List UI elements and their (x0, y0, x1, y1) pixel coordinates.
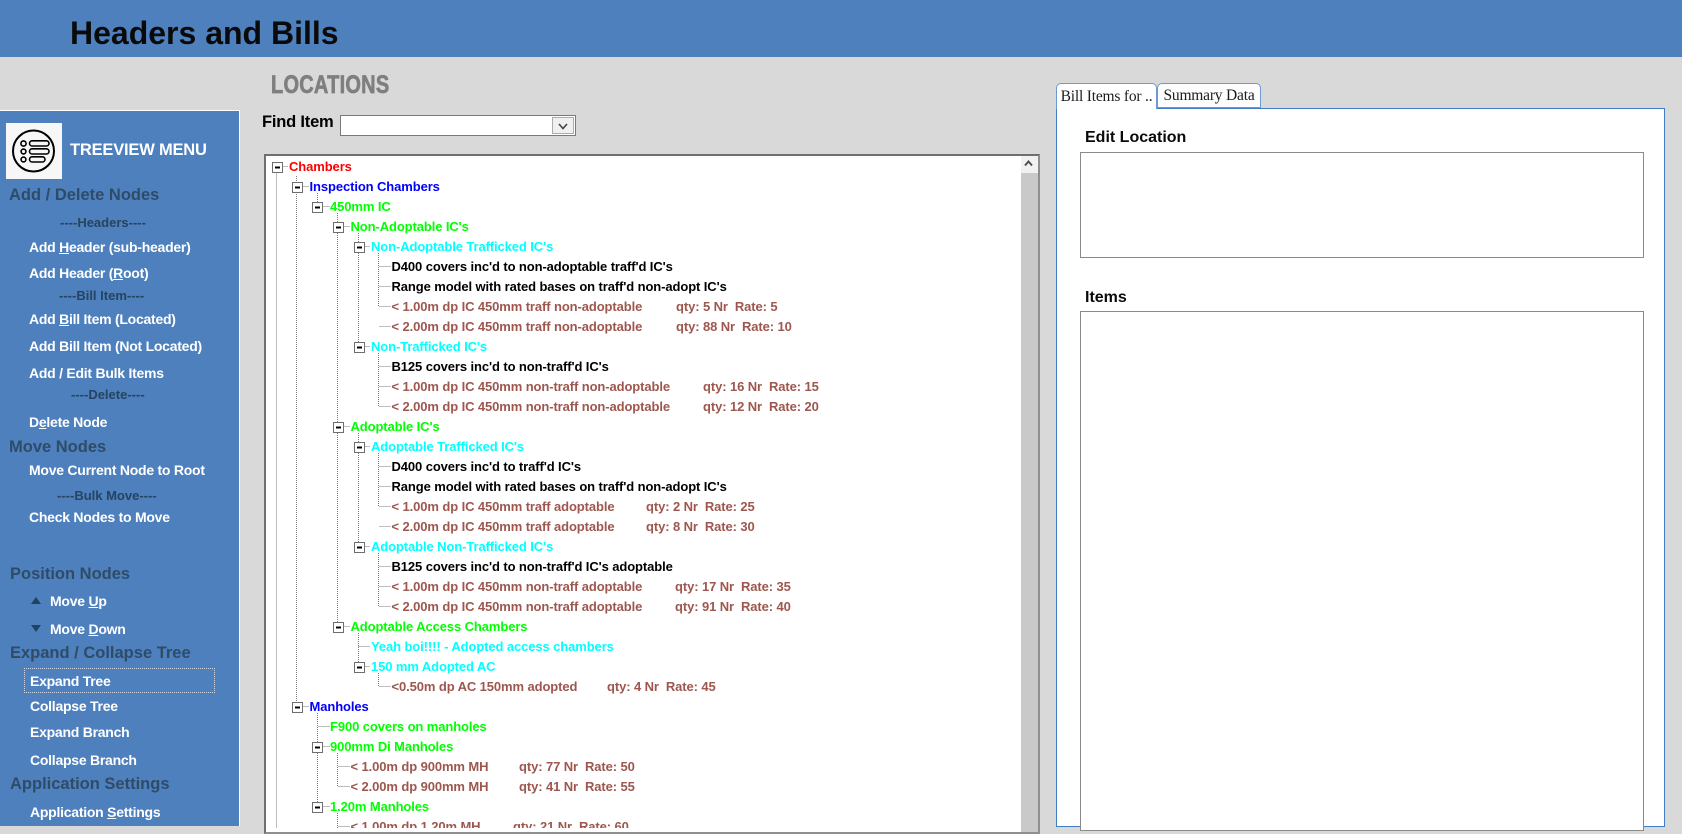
svg-text:qty: 21 Nr Rate: 60: qty: 21 Nr Rate: 60 (513, 819, 629, 828)
svg-text:B125 covers inc'd to non-traff: B125 covers inc'd to non-traff'd IC's (392, 359, 609, 374)
svg-text:qty: 2 Nr Rate: 25: qty: 2 Nr Rate: 25 (646, 499, 755, 514)
svg-text:900mm Di Manholes: 900mm Di Manholes (330, 739, 453, 754)
svg-text:Adoptable IC's: Adoptable IC's (351, 419, 440, 434)
svg-text:qty: 4 Nr Rate: 45: qty: 4 Nr Rate: 45 (607, 679, 716, 694)
svg-text:D400 covers inc'd to traff'd I: D400 covers inc'd to traff'd IC's (392, 459, 581, 474)
svg-text:< 1.00m dp IC 450mm traff adop: < 1.00m dp IC 450mm traff adoptable (392, 499, 615, 514)
svg-text:qty: 16 Nr Rate: 15: qty: 16 Nr Rate: 15 (703, 379, 819, 394)
svg-text:qty: 5 Nr Rate: 5: qty: 5 Nr Rate: 5 (676, 299, 778, 314)
svg-text:Non-Trafficked IC's: Non-Trafficked IC's (371, 339, 487, 354)
svg-text:450mm IC: 450mm IC (330, 199, 391, 214)
svg-text:Non-Adoptable Trafficked IC's: Non-Adoptable Trafficked IC's (371, 239, 553, 254)
svg-text:< 1.00m dp 1.20m MH: < 1.00m dp 1.20m MH (351, 819, 481, 828)
svg-text:Range model with rated bases o: Range model with rated bases on traff'd … (392, 279, 727, 294)
svg-text:Manholes: Manholes (310, 699, 369, 714)
svg-text:< 1.00m dp 900mm MH: < 1.00m dp 900mm MH (351, 759, 489, 774)
svg-text:< 1.00m dp IC 450mm traff non-: < 1.00m dp IC 450mm traff non-adoptable (392, 299, 643, 314)
svg-text:D400 covers inc'd to non-adopt: D400 covers inc'd to non-adoptable traff… (392, 259, 673, 274)
svg-text:Yeah boi!!!! - Adopted access: Yeah boi!!!! - Adopted access chambers (371, 639, 614, 654)
svg-text:qty: 41 Nr Rate: 55: qty: 41 Nr Rate: 55 (519, 779, 635, 794)
svg-text:qty: 8 Nr Rate: 30: qty: 8 Nr Rate: 30 (646, 519, 755, 534)
svg-text:qty: 91 Nr Rate: 40: qty: 91 Nr Rate: 40 (675, 599, 791, 614)
svg-text:< 2.00m dp IC 450mm non-traff: < 2.00m dp IC 450mm non-traff adoptable (392, 599, 643, 614)
svg-text:qty: 12 Nr Rate: 20: qty: 12 Nr Rate: 20 (703, 399, 819, 414)
svg-text:< 2.00m dp IC 450mm non-traff: < 2.00m dp IC 450mm non-traff non-adopta… (392, 399, 671, 414)
svg-text:qty: 17 Nr Rate: 35: qty: 17 Nr Rate: 35 (675, 579, 791, 594)
svg-text:Adoptable Access Chambers: Adoptable Access Chambers (351, 619, 528, 634)
svg-text:qty: 88 Nr Rate: 10: qty: 88 Nr Rate: 10 (676, 319, 792, 334)
svg-text:Inspection Chambers: Inspection Chambers (310, 179, 440, 194)
svg-text:Adoptable Non-Trafficked IC's: Adoptable Non-Trafficked IC's (371, 539, 553, 554)
svg-text:< 1.00m dp IC 450mm non-traff: < 1.00m dp IC 450mm non-traff adoptable (392, 579, 643, 594)
svg-text:< 2.00m dp 900mm MH: < 2.00m dp 900mm MH (351, 779, 489, 794)
svg-text:Range model with rated bases o: Range model with rated bases on traff'd … (392, 479, 727, 494)
svg-text:< 2.00m dp IC 450mm traff non-: < 2.00m dp IC 450mm traff non-adoptable (392, 319, 643, 334)
svg-text:1.20m Manholes: 1.20m Manholes (330, 799, 429, 814)
svg-text:<0.50m dp AC 150mm adopted: <0.50m dp AC 150mm adopted (392, 679, 578, 694)
svg-text:Adoptable Trafficked IC's: Adoptable Trafficked IC's (371, 439, 524, 454)
svg-text:F900 covers on manholes: F900 covers on manholes (330, 719, 487, 734)
svg-text:qty: 77 Nr Rate: 50: qty: 77 Nr Rate: 50 (519, 759, 635, 774)
svg-text:Chambers: Chambers (289, 159, 352, 174)
svg-text:150 mm Adopted AC: 150 mm Adopted AC (371, 659, 496, 674)
svg-text:B125 covers inc'd to non-traff: B125 covers inc'd to non-traff'd IC's ad… (392, 559, 673, 574)
svg-text:Non-Adoptable IC's: Non-Adoptable IC's (351, 219, 469, 234)
svg-text:< 2.00m dp IC 450mm traff adop: < 2.00m dp IC 450mm traff adoptable (392, 519, 615, 534)
svg-text:< 1.00m dp IC 450mm non-traff: < 1.00m dp IC 450mm non-traff non-adopta… (392, 379, 671, 394)
